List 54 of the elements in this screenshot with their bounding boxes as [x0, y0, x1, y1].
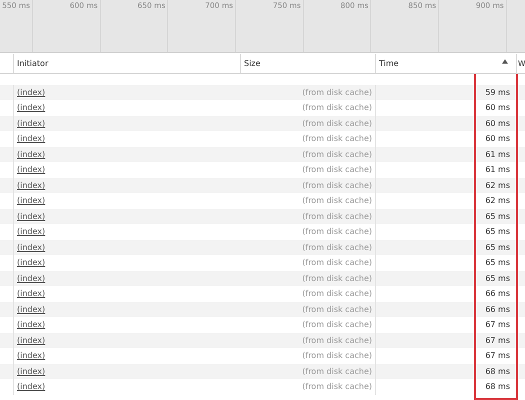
table-cell-text: (from disk cache) — [301, 272, 373, 285]
table-cell: 66 ms — [375, 302, 516, 317]
table-cell-text: (from disk cache) — [301, 86, 373, 99]
table-cell-text: (from disk cache) — [301, 210, 373, 223]
table-cell-text: (from disk cache) — [301, 304, 373, 316]
table-cell: 59 ms — [375, 84, 516, 100]
table-cell-text: (from disk cache) — [301, 381, 373, 394]
initiator-link[interactable]: (index) — [17, 150, 46, 159]
initiator-link[interactable]: (index) — [17, 88, 46, 97]
initiator-link[interactable]: (index) — [17, 351, 46, 360]
table-cell: 62 ms — [375, 178, 516, 193]
initiator-link[interactable]: (index) — [17, 118, 46, 128]
table-cell: 68 ms — [375, 379, 516, 394]
initiator-link[interactable]: (index) — [17, 134, 46, 144]
table-cell-text: (from disk cache) — [301, 118, 373, 130]
table-cell-text: (from disk cache) — [301, 195, 373, 208]
table-cell-text: (from disk cache) — [301, 226, 373, 238]
initiator-link[interactable]: (index) — [17, 227, 46, 236]
table-cell-text: (from disk cache) — [301, 133, 373, 146]
initiator-link[interactable]: (index) — [17, 242, 46, 252]
initiator-link[interactable]: (index) — [17, 180, 46, 190]
column-header[interactable]: Initiator — [13, 54, 240, 73]
initiator-link[interactable]: (index) — [17, 258, 46, 268]
table-cell-text: (from disk cache) — [301, 319, 373, 332]
table-cell-text: (from disk cache) — [301, 102, 373, 114]
initiator-link[interactable]: (index) — [17, 382, 46, 392]
table-cell: 61 ms — [375, 146, 516, 162]
table-cell-text: (from disk cache) — [301, 148, 373, 161]
table-cell: 65 ms — [375, 208, 516, 224]
initiator-link[interactable]: (index) — [17, 320, 46, 330]
table-cell: 65 ms — [375, 270, 516, 286]
table-cell-text: (from disk cache) — [301, 164, 373, 176]
table-cell: 67 ms — [375, 332, 516, 348]
column-header[interactable]: Size — [240, 54, 375, 73]
table-cell-text: (from disk cache) — [301, 366, 373, 378]
table-cell-text: (from disk cache) — [301, 350, 373, 362]
table-cell-text: (from disk cache) — [301, 257, 373, 270]
table-cell: 68 ms — [375, 364, 516, 379]
initiator-link[interactable]: (index) — [17, 366, 46, 376]
initiator-link[interactable]: (index) — [17, 212, 46, 221]
initiator-link[interactable]: (index) — [17, 274, 46, 283]
table-cell: 60 ms — [375, 116, 516, 131]
initiator-link[interactable]: (index) — [17, 304, 46, 314]
initiator-link[interactable]: (index) — [17, 165, 46, 174]
table-cell-text: (from disk cache) — [301, 242, 373, 254]
table-cell-text: (from disk cache) — [301, 288, 373, 300]
table-cell: 65 ms — [375, 240, 516, 255]
table-cell-text: (from disk cache) — [301, 334, 373, 347]
initiator-link[interactable]: (index) — [17, 196, 46, 206]
column-header[interactable]: Time — [375, 54, 516, 73]
initiator-link[interactable]: (index) — [17, 336, 46, 345]
table-cell-text: (from disk cache) — [301, 180, 373, 192]
initiator-link[interactable]: (index) — [17, 103, 46, 112]
initiator-link[interactable]: (index) — [17, 289, 46, 298]
